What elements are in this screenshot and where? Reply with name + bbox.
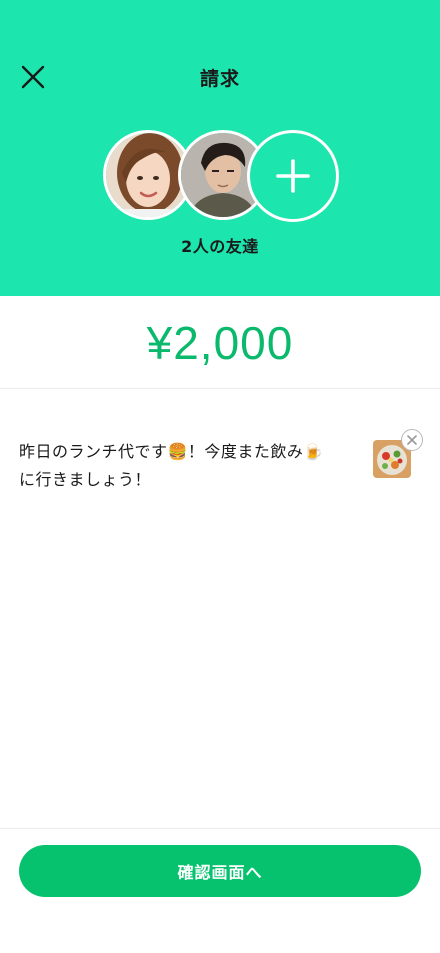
request-screen: 請求 2人の友達 ¥2,000 昨日のランチ代です🍔！今度また飲み🍺 に行きまし… bbox=[0, 0, 440, 953]
amount-section[interactable]: ¥2,000 bbox=[0, 296, 440, 389]
header: 請求 2人の友達 bbox=[0, 0, 440, 296]
page-title: 請求 bbox=[199, 68, 240, 90]
close-icon bbox=[407, 435, 417, 445]
plus-icon bbox=[276, 159, 310, 193]
remove-attachment-button[interactable] bbox=[401, 429, 423, 451]
message-section[interactable]: 昨日のランチ代です🍔！今度また飲み🍺 に行きましょう！ bbox=[0, 390, 440, 828]
recipient-count-label: 2人の友達 bbox=[181, 237, 259, 256]
attachment-thumbnail[interactable] bbox=[373, 429, 423, 480]
recipient-avatars bbox=[0, 130, 440, 226]
amount-value[interactable]: ¥2,000 bbox=[0, 316, 440, 370]
message-text[interactable]: 昨日のランチ代です🍔！今度また飲み🍺 に行きましょう！ bbox=[19, 438, 349, 494]
confirm-button[interactable]: 確認画面へ bbox=[19, 845, 421, 897]
add-friend-button[interactable] bbox=[247, 130, 339, 222]
footer: 確認画面へ bbox=[0, 828, 440, 953]
